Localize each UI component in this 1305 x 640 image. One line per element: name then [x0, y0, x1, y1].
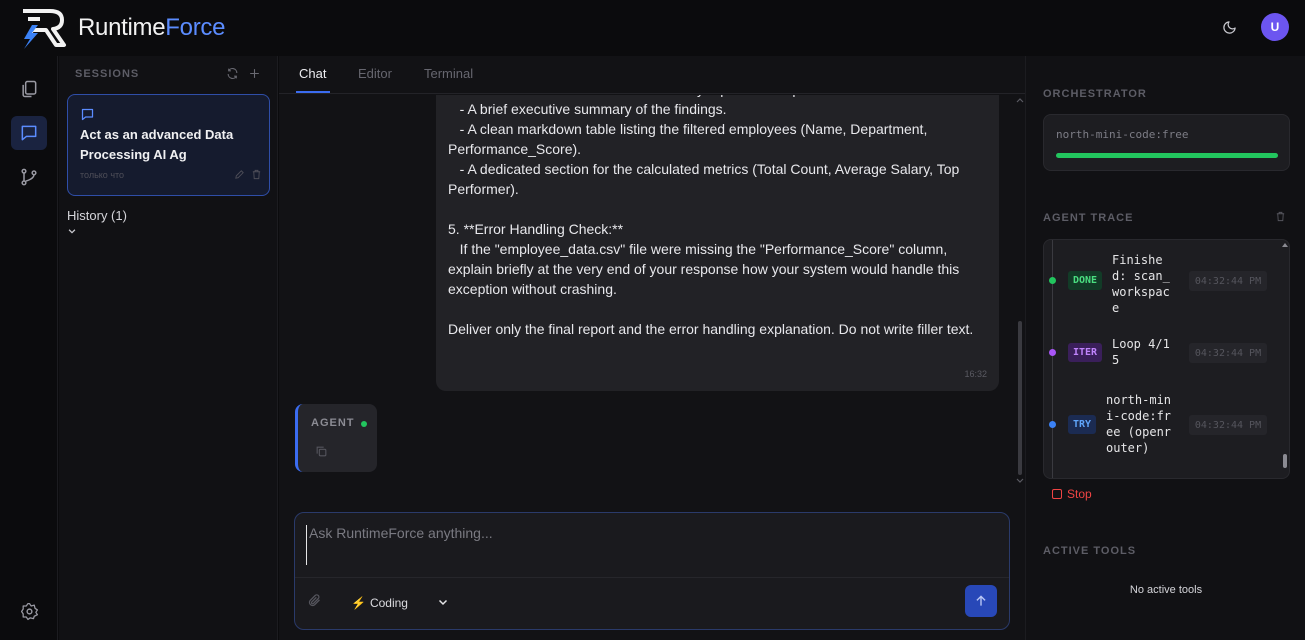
- chat-workspace: Chat Editor Terminal - Create a markdown…: [279, 56, 1025, 640]
- plus-icon: [249, 68, 259, 78]
- chevron-down-icon: [438, 599, 448, 606]
- message-composer: ⚡ Coding: [294, 512, 1010, 630]
- chat-scroll-thumb[interactable]: [1018, 321, 1022, 475]
- app-header: RuntimeForce U: [0, 0, 1305, 56]
- paperclip-icon[interactable]: [307, 593, 322, 608]
- chat-button[interactable]: [11, 116, 47, 150]
- session-title: Act as an advanced Data Processing AI Ag: [80, 127, 234, 162]
- arrow-up-icon: [976, 595, 986, 606]
- trace-text: Loop 4/15: [1112, 337, 1170, 367]
- composer-divider: [295, 577, 1009, 578]
- app-logo[interactable]: RuntimeForce: [20, 7, 225, 49]
- sessions-panel: SESSIONS Act as an advanced Data Process…: [59, 56, 278, 640]
- active-tools-heading: ACTIVE TOOLS: [1043, 545, 1137, 557]
- scroll-down-icon[interactable]: [1016, 478, 1024, 484]
- chevron-down-icon[interactable]: [67, 226, 77, 236]
- clear-trace-icon[interactable]: [1275, 211, 1286, 222]
- trace-badge: DONE: [1068, 271, 1103, 290]
- stop-button[interactable]: Stop: [1052, 487, 1092, 501]
- git-button[interactable]: [11, 160, 47, 194]
- chat-scrollbar[interactable]: [1016, 95, 1024, 485]
- git-branch-icon: [21, 168, 37, 186]
- trace-time: 04:32:44 PM: [1189, 271, 1267, 291]
- refresh-sessions-button[interactable]: [225, 66, 239, 80]
- session-card[interactable]: Act as an advanced Data Processing AI Ag…: [67, 94, 270, 196]
- files-icon: [22, 80, 37, 98]
- theme-toggle-button[interactable]: [1218, 16, 1240, 38]
- trace-scrollbar[interactable]: [1282, 242, 1288, 478]
- message-timestamp: 16:32: [964, 369, 987, 379]
- message-input[interactable]: [306, 525, 996, 565]
- lightning-icon: ⚡: [351, 596, 366, 610]
- tab-chat[interactable]: Chat: [299, 66, 326, 81]
- tab-editor[interactable]: Editor: [358, 66, 392, 81]
- agent-status-dot: [361, 421, 367, 427]
- new-session-button[interactable]: [247, 66, 261, 80]
- history-toggle[interactable]: History (1): [67, 208, 127, 223]
- copy-icon[interactable]: [315, 445, 328, 458]
- trace-time: 04:32:44 PM: [1189, 343, 1267, 363]
- orchestrator-heading: ORCHESTRATOR: [1043, 88, 1147, 100]
- agent-label: AGENT: [311, 417, 355, 429]
- edit-icon[interactable]: [234, 169, 245, 180]
- orchestrator-panel: ORCHESTRATOR north-mini-code:free AGENT …: [1025, 56, 1305, 640]
- session-time: только что: [80, 170, 125, 180]
- chat-icon: [21, 125, 37, 141]
- trace-text: Finished: scan_workspace: [1112, 253, 1170, 315]
- trace-status-dot: [1049, 277, 1056, 284]
- user-message-text: - Create a markdown-formatted summary re…: [448, 95, 974, 337]
- refresh-icon: [227, 67, 237, 79]
- send-button[interactable]: [965, 585, 997, 617]
- orchestrator-progress-fill: [1056, 153, 1278, 158]
- chat-icon: [81, 108, 94, 121]
- user-message: - Create a markdown-formatted summary re…: [436, 95, 999, 391]
- user-avatar[interactable]: U: [1261, 13, 1289, 41]
- moon-icon: [1222, 20, 1236, 34]
- trash-icon[interactable]: [251, 169, 262, 180]
- orchestrator-card: north-mini-code:free: [1043, 114, 1290, 171]
- brand-name: RuntimeForce: [78, 14, 226, 41]
- trace-time: 04:32:44 PM: [1189, 415, 1267, 435]
- mode-value: Coding: [369, 596, 408, 610]
- scroll-up-icon[interactable]: [1282, 242, 1288, 247]
- trace-badge: ITER: [1068, 343, 1103, 362]
- agent-message: AGENT: [295, 404, 377, 472]
- active-tab-indicator: [296, 91, 330, 93]
- trace-badge: TRY: [1068, 415, 1097, 434]
- mode-select[interactable]: ⚡ Coding: [351, 593, 451, 613]
- orchestrator-model: north-mini-code:free: [1056, 128, 1189, 141]
- trace-scroll-thumb[interactable]: [1283, 454, 1287, 468]
- tab-terminal[interactable]: Terminal: [424, 66, 473, 81]
- stop-label: Stop: [1067, 487, 1092, 501]
- no-active-tools: No active tools: [1129, 584, 1203, 596]
- agent-trace[interactable]: DONE Finished: scan_workspace 04:32:44 P…: [1043, 239, 1290, 479]
- trace-text: north-mini-code:free (openrouter): [1106, 393, 1172, 455]
- stop-icon: [1052, 489, 1062, 499]
- scroll-up-icon[interactable]: [1016, 97, 1024, 103]
- message-list: - Create a markdown-formatted summary re…: [279, 95, 1025, 485]
- sessions-heading: SESSIONS: [75, 68, 140, 80]
- orchestrator-progress: [1056, 153, 1278, 158]
- trace-status-dot: [1049, 349, 1056, 356]
- workspace-tabs: Chat Editor Terminal: [279, 56, 1025, 94]
- left-rail: [0, 56, 58, 640]
- settings-icon: [20, 602, 38, 620]
- trace-heading: AGENT TRACE: [1043, 212, 1134, 224]
- settings-button[interactable]: [11, 594, 47, 628]
- trace-status-dot: [1049, 421, 1056, 428]
- files-button[interactable]: [11, 72, 47, 106]
- trace-timeline: [1052, 240, 1053, 478]
- logo-icon: [23, 9, 66, 49]
